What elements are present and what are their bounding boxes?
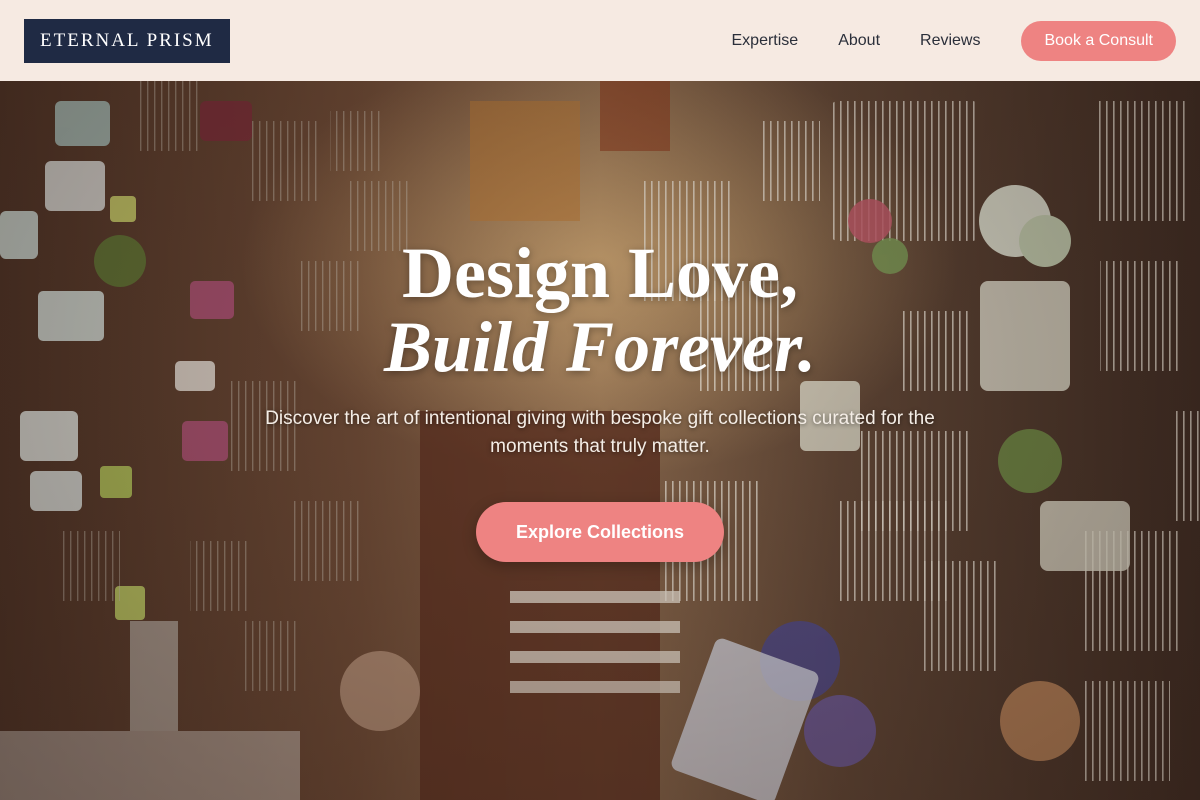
hero-section: Design Love, Build Forever. Discover the… [0,81,1200,800]
explore-collections-button[interactable]: Explore Collections [476,502,724,562]
nav-link-about[interactable]: About [838,32,880,50]
logo[interactable]: ETERNAL PRISM [24,18,230,63]
hero-headline-line2: Build Forever. [383,307,817,387]
nav-link-reviews[interactable]: Reviews [920,32,980,50]
nav-link-expertise[interactable]: Expertise [732,32,799,50]
site-header: ETERNAL PRISM Expertise About Reviews Bo… [0,0,1200,81]
main-nav: Expertise About Reviews Book a Consult [732,20,1176,61]
hero-subtext: Discover the art of intentional giving w… [265,408,935,457]
hero-headline-line1: Design Love, [402,233,798,313]
book-consult-button[interactable]: Book a Consult [1021,20,1176,61]
